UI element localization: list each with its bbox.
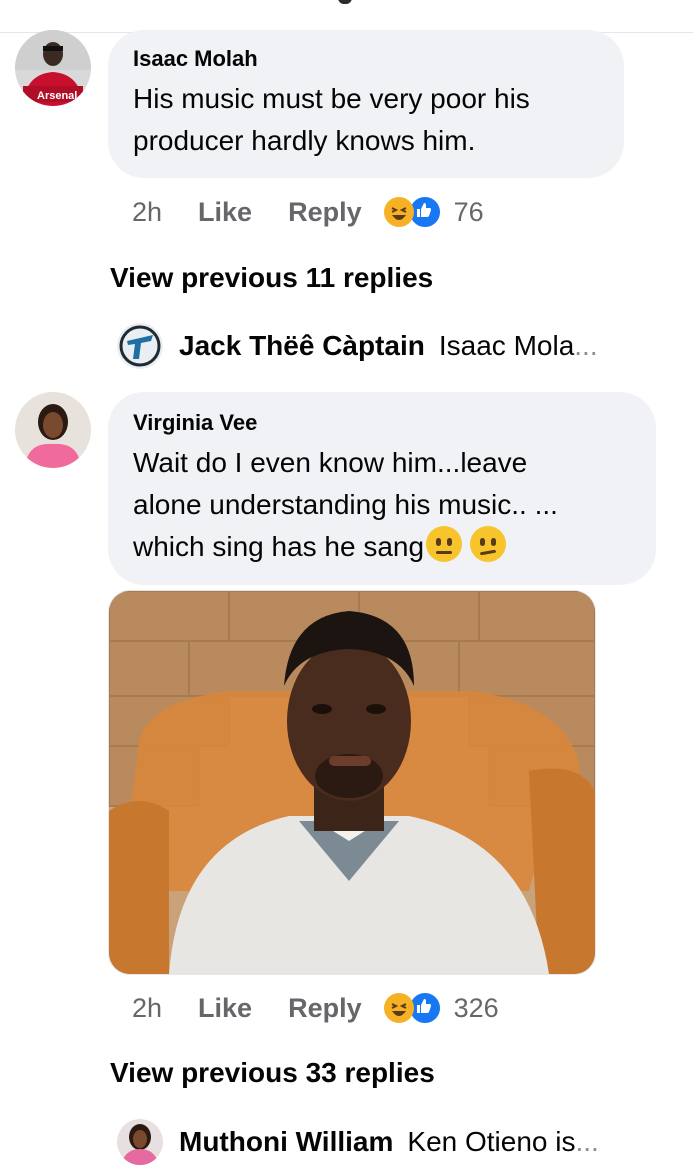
haha-reaction-icon xyxy=(383,993,414,1023)
like-button[interactable]: Like xyxy=(198,993,252,1024)
confused-face-emoji xyxy=(426,526,463,562)
comment-author[interactable]: Virginia Vee xyxy=(133,410,257,436)
comment-text-line: which sing has he sang xyxy=(133,531,425,562)
view-previous-replies-link[interactable]: View previous 11 replies xyxy=(110,262,433,294)
reply-author-name[interactable]: Muthoni William xyxy=(179,1126,393,1158)
comment-actions-virginia: 2h Like Reply 326 xyxy=(132,988,499,1028)
avatar-isaac-molah[interactable]: Arsenal xyxy=(15,30,91,106)
reply-preview-muthoni[interactable]: Muthoni William Ken Otieno is ... xyxy=(117,1118,599,1166)
reply-snippet-ellipsis: ... xyxy=(575,1126,599,1157)
comment-author[interactable]: Isaac Molah xyxy=(133,46,258,72)
avatar-virginia-vee[interactable] xyxy=(15,392,91,468)
top-header-edge xyxy=(0,0,693,33)
view-previous-replies-link[interactable]: View previous 33 replies xyxy=(110,1057,435,1089)
comment-text-line: producer hardly knows him. xyxy=(133,125,476,156)
avatar-jack[interactable] xyxy=(117,323,163,369)
comment-bubble-isaac[interactable]: Isaac Molah His music must be very poor … xyxy=(108,30,624,178)
haha-reaction-icon xyxy=(383,197,414,227)
header-fragment xyxy=(338,0,352,4)
comment-photo[interactable] xyxy=(108,590,596,975)
confused-face-emoji xyxy=(470,526,507,562)
reply-preview-jack[interactable]: Jack Thëê Càptain Isaac Mola ... xyxy=(117,322,598,370)
comment-time[interactable]: 2h xyxy=(132,993,162,1024)
reply-button[interactable]: Reply xyxy=(288,993,362,1024)
reply-snippet: Isaac Mola xyxy=(438,330,575,361)
comment-time[interactable]: 2h xyxy=(132,197,162,228)
comment-text-line: alone understanding his music.. ... xyxy=(133,489,558,520)
reply-author-name[interactable]: Jack Thëê Càptain xyxy=(179,330,425,362)
reaction-count[interactable]: 326 xyxy=(454,993,499,1024)
reply-button[interactable]: Reply xyxy=(288,197,362,228)
reply-snippet: Ken Otieno is xyxy=(407,1126,576,1157)
avatar-muthoni[interactable] xyxy=(117,1119,163,1165)
reaction-summary[interactable] xyxy=(383,991,442,1025)
comment-bubble-virginia[interactable]: Virginia Vee Wait do I even know him...l… xyxy=(108,392,656,585)
avatar-jersey-text: Arsenal xyxy=(37,90,77,102)
comment-actions-isaac: 2h Like Reply 76 xyxy=(132,192,484,232)
comment-text-line: Wait do I even know him...leave xyxy=(133,447,528,478)
reply-snippet-ellipsis: ... xyxy=(574,330,598,361)
like-button[interactable]: Like xyxy=(198,197,252,228)
comment-text-line: His music must be very poor his xyxy=(133,83,530,114)
reaction-summary[interactable] xyxy=(383,195,442,229)
reaction-count[interactable]: 76 xyxy=(454,197,484,228)
